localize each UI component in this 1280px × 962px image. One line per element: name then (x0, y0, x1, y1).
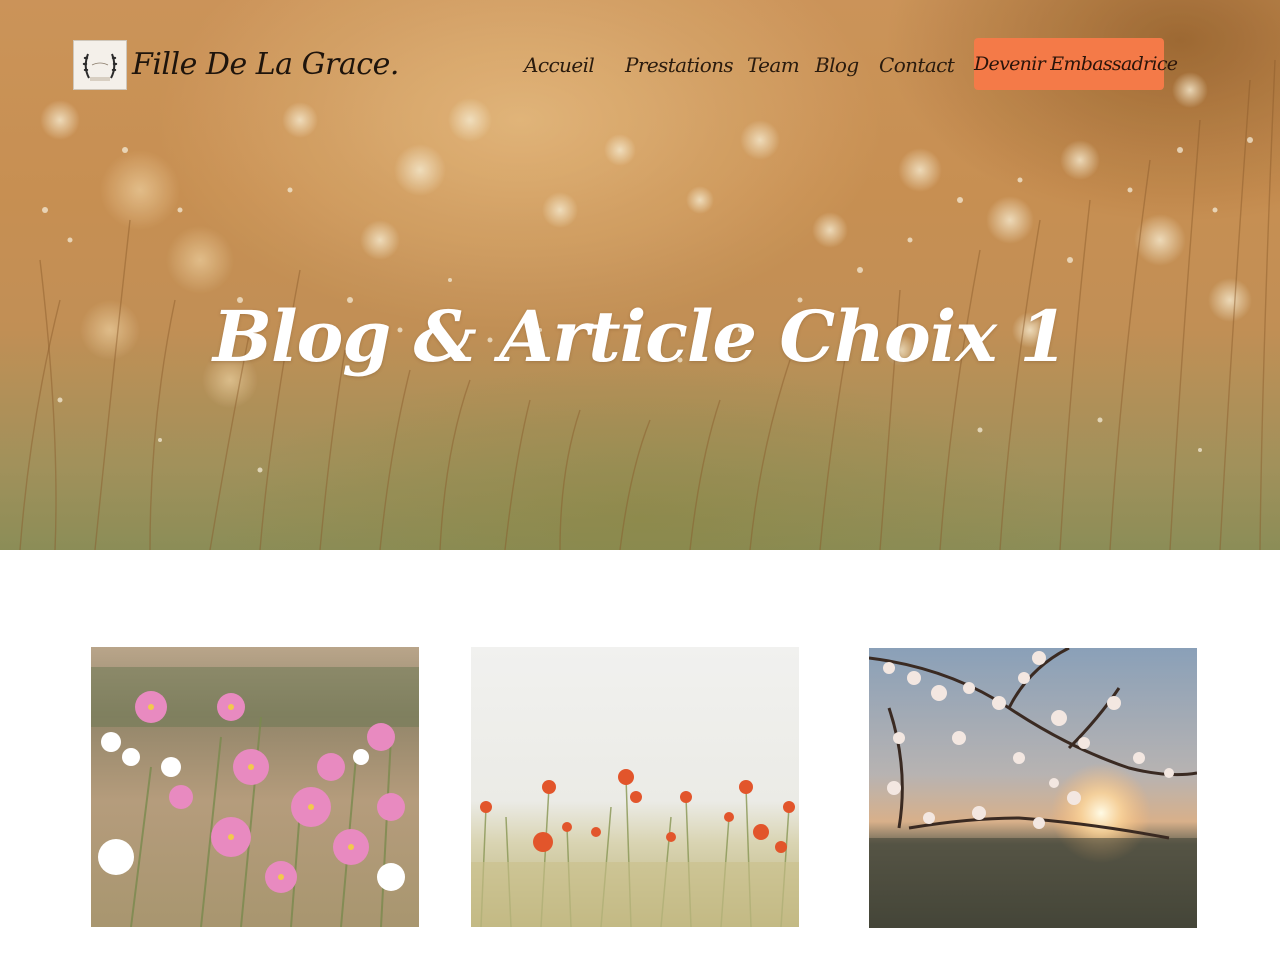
page-title: Blog & Article Choix 1 (212, 294, 1068, 378)
site-logo[interactable] (73, 40, 127, 90)
red-poppies-field-photo (471, 647, 799, 927)
nav-blog[interactable]: Blog (815, 44, 859, 86)
blog-card-image-cosmos[interactable] (91, 647, 419, 927)
nav-team[interactable]: Team (747, 44, 800, 86)
nav-prestations[interactable]: Prestations (625, 44, 734, 86)
hero-banner: Fille De La Grace. Accueil Prestations T… (0, 0, 1280, 550)
nav-contact[interactable]: Contact (879, 44, 955, 86)
brand-name[interactable]: Fille De La Grace. (132, 40, 399, 90)
devenir-embassadrice-button[interactable]: Devenir Embassadrice (974, 38, 1178, 90)
nav-accueil[interactable]: Accueil (524, 44, 595, 86)
cherry-blossom-sunset-photo (869, 648, 1197, 928)
blog-card-image-poppies[interactable] (471, 647, 799, 927)
pink-cosmos-flowers-photo (91, 647, 419, 927)
laurel-wreath-logo-icon (74, 41, 126, 89)
blog-card-image-blossom[interactable] (869, 648, 1197, 928)
